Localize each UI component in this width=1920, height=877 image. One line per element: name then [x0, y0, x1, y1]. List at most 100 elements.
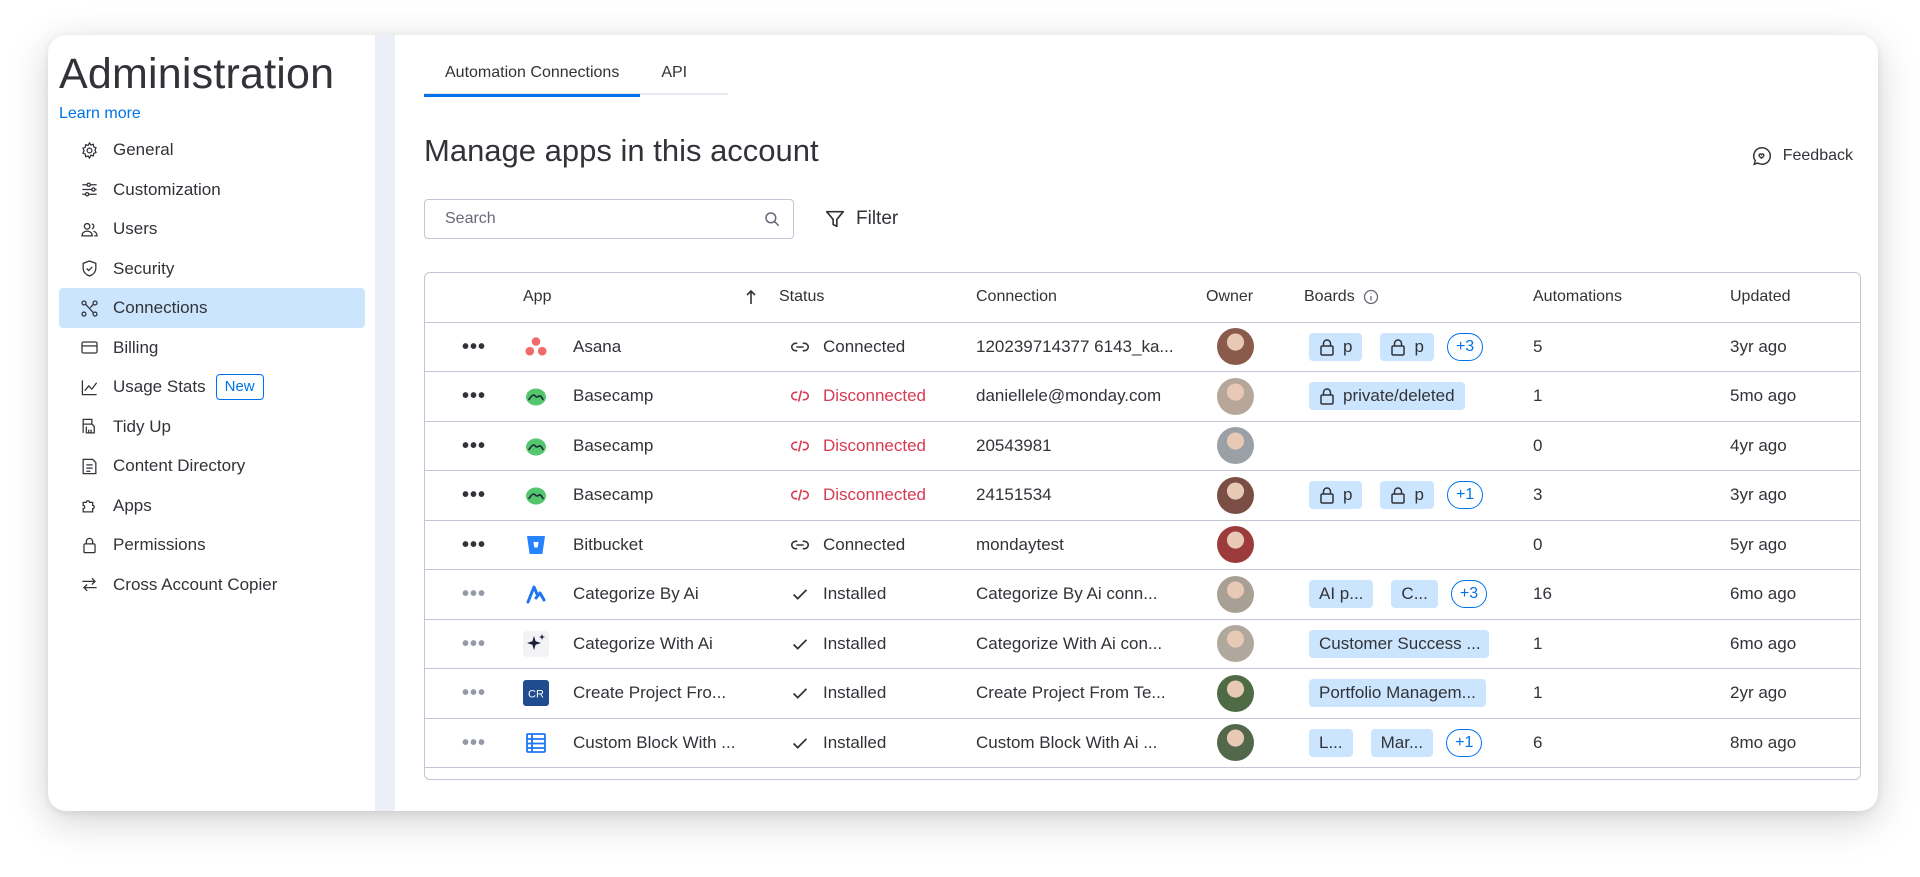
header-status[interactable]: Status	[779, 288, 976, 306]
sort-ascending-icon[interactable]	[745, 289, 757, 305]
updated-cell: 5mo ago	[1730, 386, 1797, 406]
sidebar-item-tidy-up[interactable]: Tidy Up	[59, 407, 365, 447]
avatar[interactable]	[1217, 377, 1254, 415]
feedback-button[interactable]: Feedback	[1751, 145, 1853, 167]
table-row[interactable]: ••• Basecamp Disconnected 24151534 p p +1 3 3yr …	[425, 471, 1860, 521]
avatar[interactable]	[1217, 674, 1254, 712]
table-row[interactable]: ••• Basecamp Disconnected 20543981 0 4yr ago	[425, 422, 1860, 471]
boards-cell: AI p... C... +3	[1304, 580, 1533, 609]
sidebar-item-apps[interactable]: Apps	[59, 486, 365, 526]
sidebar-item-general[interactable]: General	[59, 130, 365, 170]
more-options-icon[interactable]: •••	[462, 738, 486, 748]
board-tag[interactable]: p	[1380, 332, 1434, 361]
bitbucket-icon	[523, 532, 549, 558]
table-row[interactable]: ••• Categorize With Ai Installed Categorize…	[425, 620, 1860, 669]
installed-icon	[789, 633, 811, 655]
header-app[interactable]: App	[523, 288, 779, 306]
board-tag[interactable]: AI p...	[1309, 580, 1374, 609]
owner-cell	[1206, 575, 1304, 613]
app-name: Bitbucket	[573, 534, 643, 554]
info-icon[interactable]	[1363, 289, 1379, 305]
more-boards-count[interactable]: +1	[1446, 481, 1484, 510]
avatar[interactable]	[1217, 724, 1254, 762]
tab-api[interactable]: API	[640, 51, 708, 95]
table-row[interactable]: ••• CR Create Project Fro... Installed Creat…	[425, 669, 1860, 719]
avatar[interactable]	[1217, 328, 1254, 366]
more-boards-count[interactable]: +1	[1446, 728, 1483, 757]
app-name: Categorize By Ai	[573, 584, 699, 604]
header-connection[interactable]: Connection	[976, 288, 1206, 306]
table-row[interactable]: ••• Bitbucket Connected mondaytest 0 5yr ago	[425, 521, 1860, 570]
board-tag-label: Mar...	[1380, 732, 1424, 752]
table-row[interactable]: ••• Categorize By Ai Installed Categorize B…	[425, 570, 1860, 620]
header-automations[interactable]: Automations	[1533, 288, 1730, 306]
board-tag[interactable]: private/deleted	[1309, 382, 1465, 411]
users-icon	[79, 219, 99, 239]
more-options-icon[interactable]: •••	[462, 688, 486, 698]
tab-automation-connections[interactable]: Automation Connections	[424, 51, 641, 97]
avatar[interactable]	[1217, 427, 1254, 465]
row-menu-cell: •••	[425, 639, 523, 649]
sidebar-title: Administration	[59, 50, 335, 98]
avatar[interactable]	[1217, 575, 1254, 613]
sidebar-item-cross-account-copier[interactable]: Cross Account Copier	[59, 565, 365, 605]
row-menu-cell: •••	[425, 342, 523, 352]
sidebar-item-users[interactable]: Users	[59, 209, 365, 249]
board-tag[interactable]: Portfolio Managem...	[1309, 679, 1486, 708]
header-updated[interactable]: Updated	[1730, 288, 1860, 306]
board-tag[interactable]: C...	[1391, 580, 1438, 609]
more-options-icon[interactable]: •••	[462, 540, 486, 550]
sidebar-item-permissions[interactable]: Permissions	[59, 525, 365, 565]
search-input[interactable]	[445, 210, 763, 228]
board-tag[interactable]: p	[1309, 332, 1363, 361]
automations-cell: 1	[1533, 386, 1543, 406]
app-name: Basecamp	[573, 386, 654, 406]
more-options-icon[interactable]: •••	[462, 342, 486, 352]
more-options-icon[interactable]: •••	[462, 490, 486, 500]
sidebar-item-label: Cross Account Copier	[113, 574, 278, 594]
updated-cell: 8mo ago	[1730, 732, 1797, 752]
avatar[interactable]	[1217, 476, 1254, 514]
status-text: Disconnected	[823, 435, 927, 455]
more-options-icon[interactable]: •••	[462, 441, 486, 451]
connection-cell: Categorize By Ai conn...	[976, 584, 1158, 604]
table-row[interactable]: ••• Asana Connected 120239714377 6143_ka...…	[425, 323, 1860, 372]
more-options-icon[interactable]: •••	[462, 589, 486, 599]
more-options-icon[interactable]: •••	[462, 639, 486, 649]
avatar[interactable]	[1217, 625, 1254, 663]
more-options-icon[interactable]: •••	[462, 391, 486, 401]
header-boards[interactable]: Boards	[1304, 288, 1533, 306]
admin-sidebar: Administration Learn more General Customi…	[48, 35, 375, 811]
lock-icon	[1390, 486, 1414, 504]
board-tag[interactable]: L...	[1309, 728, 1353, 757]
search-box[interactable]	[424, 199, 794, 239]
header-owner[interactable]: Owner	[1206, 288, 1304, 306]
updated-cell: 6mo ago	[1730, 584, 1797, 604]
board-tag[interactable]: Customer Success ...	[1309, 629, 1489, 658]
board-tag-label: p	[1414, 485, 1424, 505]
learn-more-link[interactable]: Learn more	[59, 105, 365, 123]
more-boards-count[interactable]: +3	[1446, 332, 1484, 361]
board-tag[interactable]: p	[1309, 481, 1363, 510]
avatar[interactable]	[1217, 526, 1254, 564]
puzzle-icon	[79, 496, 99, 516]
sparkle-icon	[523, 630, 549, 657]
sidebar-item-billing[interactable]: Billing	[59, 328, 365, 368]
sidebar-item-connections[interactable]: Connections	[59, 288, 365, 328]
board-tag[interactable]: Mar...	[1370, 728, 1434, 757]
status-cell: Connected	[779, 534, 976, 556]
filter-button[interactable]: Filter	[824, 208, 898, 230]
owner-cell	[1206, 427, 1304, 465]
table-row[interactable]: ••• Basecamp Disconnected daniellele@monday…	[425, 372, 1860, 422]
shield-icon	[79, 259, 99, 279]
sidebar-item-customization[interactable]: Customization	[59, 170, 365, 210]
sidebar-item-content-directory[interactable]: Content Directory	[59, 446, 365, 486]
more-boards-count[interactable]: +3	[1450, 580, 1488, 609]
sidebar-item-usage-stats[interactable]: Usage Stats New	[59, 367, 365, 407]
app-cell: Asana	[523, 334, 779, 360]
updated-cell: 5yr ago	[1730, 534, 1787, 554]
sidebar-item-security[interactable]: Security	[59, 249, 365, 289]
board-tag[interactable]: p	[1380, 481, 1434, 510]
table-row[interactable]: ••• Custom Block With ... Installed Custom …	[425, 719, 1860, 768]
board-tag-label: C...	[1401, 584, 1428, 604]
